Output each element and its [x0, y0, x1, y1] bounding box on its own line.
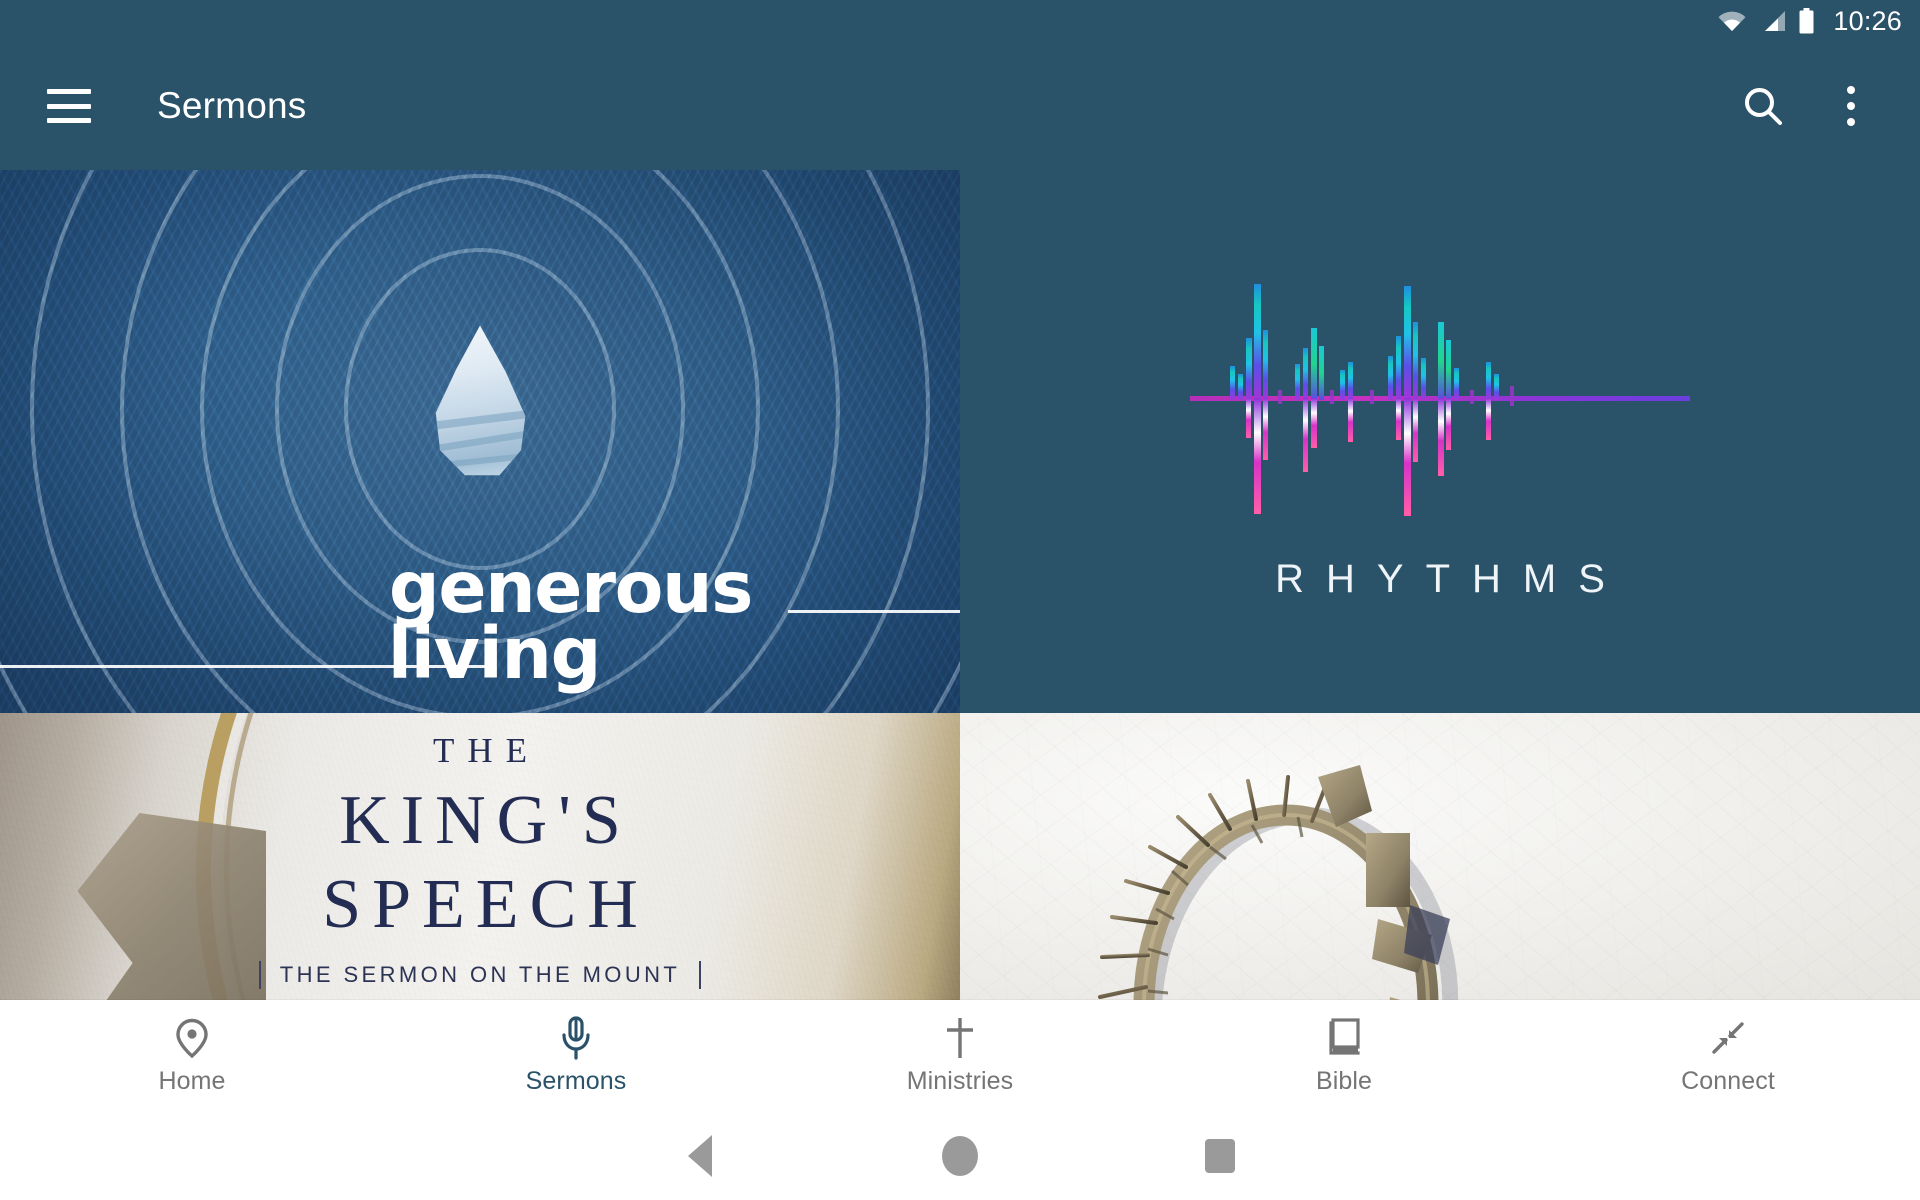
series-title-line1: THE — [432, 731, 541, 770]
series-title-line2: living — [387, 611, 602, 695]
cellular-signal-icon — [1759, 9, 1787, 33]
android-system-navigation-bar — [0, 1112, 1920, 1200]
nav-label-ministries: Ministries — [906, 1067, 1014, 1095]
recents-square-icon — [1205, 1139, 1235, 1173]
sermon-series-tile-kings-speech[interactable]: THE KING'S SPEECH THE SERMON ON THE MOUN… — [0, 713, 960, 1000]
location-pin-icon — [174, 1017, 210, 1059]
status-bar: 10:26 — [0, 0, 1920, 42]
nav-label-connect: Connect — [1681, 1067, 1775, 1095]
series-subtitle-row: THE SERMON ON THE MOUNT — [258, 961, 702, 989]
hamburger-menu-icon[interactable] — [47, 89, 91, 123]
subtitle-divider-left — [258, 961, 261, 989]
rhythms-artwork: RHYTHMS — [1190, 278, 1690, 599]
sermon-series-grid: generous living RHYTHMS THE KING'S SPEEC… — [0, 170, 1920, 1000]
nav-label-bible: Bible — [1315, 1067, 1373, 1095]
subtitle-divider-right — [699, 961, 702, 989]
system-recents-button[interactable] — [1090, 1139, 1350, 1173]
series-title-line2: KING'S — [339, 782, 632, 859]
page-title: Sermons — [157, 85, 307, 126]
series-title-line3: SPEECH — [322, 866, 649, 943]
sermon-series-tile-generous-living[interactable]: generous living — [0, 170, 960, 713]
book-icon — [1325, 1017, 1363, 1059]
battery-icon — [1798, 8, 1815, 34]
app-bar-actions — [1736, 79, 1920, 133]
series-title-kings-speech: THE KING'S SPEECH THE SERMON ON THE MOUN… — [0, 713, 960, 1000]
compress-arrows-icon — [1708, 1017, 1748, 1059]
sermon-series-tile-rhythms[interactable]: RHYTHMS — [960, 170, 1920, 713]
back-triangle-icon — [688, 1135, 712, 1177]
cross-icon — [943, 1017, 977, 1059]
status-bar-clock: 10:26 — [1833, 5, 1902, 36]
bottom-navigation-bar: Home Sermons Ministries Bible Connect — [0, 1000, 1920, 1112]
microphone-icon — [559, 1016, 593, 1060]
nav-item-connect[interactable]: Connect — [1536, 1000, 1920, 1096]
sermon-series-tile-crown-of-thorns[interactable] — [960, 713, 1920, 1000]
app-bar: Sermons — [0, 42, 1920, 170]
search-icon[interactable] — [1736, 79, 1790, 133]
nav-item-bible[interactable]: Bible — [1152, 1000, 1536, 1096]
series-title-generous-living: generous living — [0, 552, 960, 695]
series-title-rhythms: RHYTHMS — [1275, 557, 1627, 601]
nav-item-ministries[interactable]: Ministries — [768, 1000, 1152, 1096]
crown-of-thorns-icon — [1060, 759, 1500, 1000]
audio-waveform-icon — [1190, 278, 1690, 533]
system-home-button[interactable] — [830, 1136, 1090, 1176]
nav-item-sermons[interactable]: Sermons — [384, 1000, 768, 1096]
nav-label-home: Home — [158, 1067, 226, 1095]
system-back-button[interactable] — [570, 1135, 830, 1177]
nav-item-home[interactable]: Home — [0, 1000, 384, 1096]
series-subtitle: THE SERMON ON THE MOUNT — [279, 962, 681, 987]
more-vertical-icon[interactable] — [1824, 79, 1878, 133]
nav-label-sermons: Sermons — [525, 1067, 627, 1095]
home-circle-icon — [942, 1136, 978, 1176]
app-screen: 10:26 Sermons generous living RHYTHMS TH… — [0, 0, 1920, 1200]
status-icon-group: 10:26 — [1716, 5, 1902, 36]
wifi-icon — [1716, 9, 1748, 33]
